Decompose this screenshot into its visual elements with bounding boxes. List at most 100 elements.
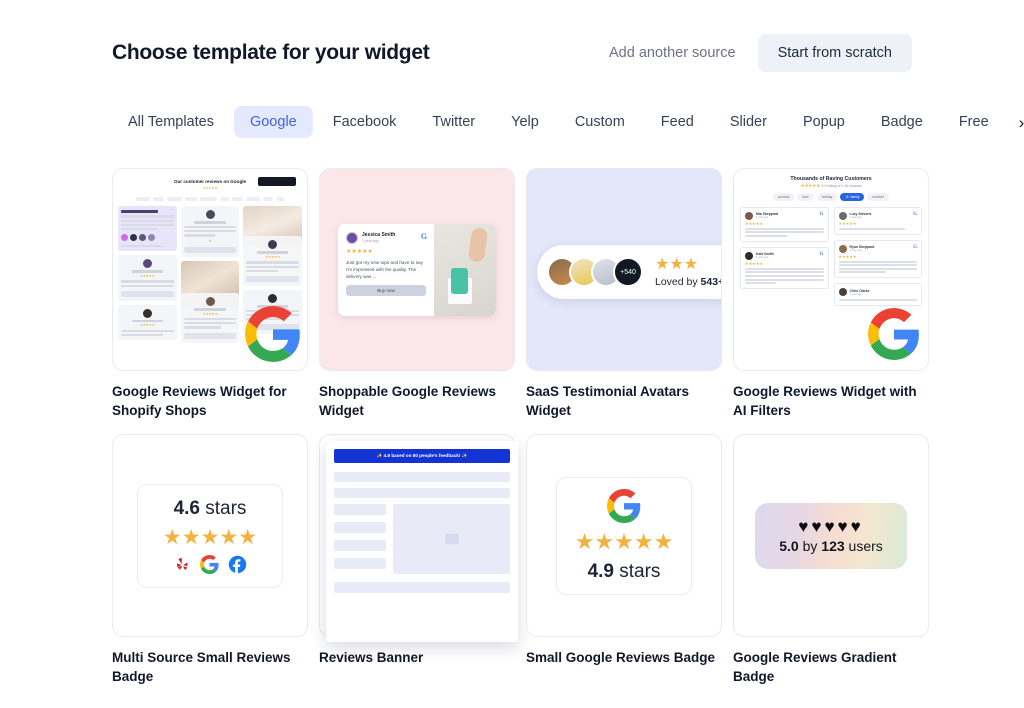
template-label: SaaS Testimonial Avatars Widget [526, 384, 690, 419]
rating-badge: ★★★★★ 4.9 stars [556, 476, 692, 595]
tab-badge[interactable]: Badge [865, 106, 939, 138]
chevron-right-icon[interactable]: › [1019, 114, 1024, 131]
template-label: Google Reviews Gradient Badge [733, 650, 897, 685]
review-text: Just got my new tops and have to say I'm… [346, 259, 423, 279]
template-label: Small Google Reviews Badge [526, 650, 716, 666]
tab-facebook[interactable]: Facebook [317, 106, 413, 138]
buy-now-button: Buy now [346, 284, 426, 296]
template-label: Reviews Banner [319, 650, 424, 666]
google-logo-icon: G [819, 251, 824, 257]
tab-custom[interactable]: Custom [559, 106, 641, 138]
start-from-scratch-button[interactable]: Start from scratch [757, 34, 912, 72]
filter-pill [200, 197, 217, 202]
filter-pill [263, 197, 273, 202]
masonry-column: ★ ★★★★★ [180, 206, 240, 343]
masonry-column: ★★★★★ ★★★★★ [118, 206, 177, 342]
placeholder-block [334, 540, 386, 552]
avatar-overflow-count: +540 [613, 257, 643, 287]
template-thumbnail-small-google-badge[interactable]: ★★★★★ 4.9 stars [526, 434, 722, 638]
rating-number: 5.0 [779, 537, 799, 554]
review-time: 1 year ago [756, 256, 769, 260]
review-card: Chris Clarke 1 year ago [833, 283, 922, 307]
review-content: Jessica Smith 1 year ago G ★★★★★ Just go… [338, 224, 434, 316]
template-label: Shoppable Google Reviews Widget [319, 384, 497, 419]
star-rating: ★★★★★ [574, 528, 674, 554]
placeholder-column [334, 504, 386, 574]
template-thumbnail-google-reviews-ai-filters[interactable]: Thousands of Raving Customers ★★★★★ 4.9 … [733, 168, 929, 371]
widget-header: Our customer reviews on Google ★★★★★ [118, 175, 302, 193]
template-cell: ♥♥♥♥♥ 5.0 by 123 users Google Reviews Gr… [733, 434, 929, 686]
review-column: Mia Sheppard 1 year ago G ★★★★★ Kate Smi… [740, 206, 829, 307]
image-placeholder [393, 504, 510, 575]
review-column: Lucy Stevens 1 year ago G ★★★★★ Ryan She… [833, 206, 922, 307]
shoppable-review-widget: Jessica Smith 1 year ago G ★★★★★ Just go… [338, 223, 496, 316]
loved-count: 543+ [700, 275, 722, 288]
template-thumbnail-multi-source-small-badge[interactable]: 4.6 stars ★★★★★ [112, 434, 308, 638]
source-logos [174, 554, 247, 574]
tab-slider[interactable]: Slider [714, 106, 783, 138]
filter-pill [246, 197, 260, 202]
placeholder-block [334, 558, 386, 570]
widget-title: Thousands of Raving Customers [790, 176, 872, 182]
template-thumbnail-shoppable-google-reviews[interactable]: Jessica Smith 1 year ago G ★★★★★ Just go… [319, 168, 515, 371]
review-card: Mia Sheppard 1 year ago G ★★★★★ [740, 206, 829, 242]
review-card: ★★★★★ [118, 304, 177, 341]
rating-unit: stars [199, 497, 247, 519]
google-logo-icon: G [420, 231, 427, 241]
user-count: 123 [821, 537, 845, 554]
template-thumbnail-gradient-badge[interactable]: ♥♥♥♥♥ 5.0 by 123 users [733, 434, 929, 638]
avatar-rating-pill: +540 ★★★ Loved by 543+ [537, 245, 722, 299]
google-logo-icon: G [819, 211, 824, 217]
star-rating: ★★★★★ 4.9 rating of 1.2k reviews [800, 183, 862, 188]
star-rating: ★★★★★ [346, 248, 373, 255]
review-time: 1 year ago [849, 249, 862, 253]
template-thumbnail-saas-testimonial-avatars[interactable]: +540 ★★★ Loved by 543+ [526, 168, 722, 371]
review-time: 1 year ago [849, 292, 862, 296]
template-cell: +540 ★★★ Loved by 543+ SaaS Testimonial … [526, 168, 722, 420]
tab-yelp[interactable]: Yelp [495, 106, 555, 138]
template-label: Multi Source Small Reviews Badge [112, 650, 291, 685]
star-rating: ★★★ [655, 255, 699, 273]
ai-filter-pills: product new holiday ✨ family number [740, 192, 922, 201]
google-logo-icon [868, 308, 919, 360]
tab-google[interactable]: Google [233, 106, 313, 138]
filter-pill-number: number [867, 192, 889, 201]
tab-twitter[interactable]: Twitter [416, 106, 491, 138]
filter-pill-row [118, 197, 302, 202]
tab-all-templates[interactable]: All Templates [112, 106, 230, 138]
google-logo-icon: G [913, 244, 917, 250]
page-header: Choose template for your widget Add anot… [112, 0, 912, 72]
placeholder-block [334, 504, 386, 516]
template-cell: ✨ 4.9 based on 80 people's feedback! ✨ R… [319, 434, 518, 686]
star-rating: ★★★★★ [745, 220, 763, 226]
rating-suffix: users [844, 537, 883, 554]
template-thumbnail-reviews-banner[interactable]: ✨ 4.9 based on 80 people's feedback! ✨ [319, 434, 518, 643]
product-photo [434, 223, 496, 316]
loved-by-text: Loved by 543+ [655, 275, 722, 288]
add-another-source-link[interactable]: Add another source [609, 45, 736, 61]
template-cell: Thousands of Raving Customers ★★★★★ 4.9 … [733, 168, 929, 420]
template-category-tabs: All Templates Google Facebook Twitter Ye… [112, 106, 1024, 138]
tab-popup[interactable]: Popup [787, 106, 861, 138]
reviews-banner: ✨ 4.9 based on 80 people's feedback! ✨ [334, 449, 510, 464]
rating-badge: 4.6 stars ★★★★★ [137, 483, 283, 588]
template-cell: ★★★★★ 4.9 stars Small Google Reviews Bad… [526, 434, 722, 686]
review-card [118, 206, 177, 252]
rating-number: 4.9 [587, 560, 614, 582]
filter-pill [276, 197, 284, 202]
widget-subtitle: ★★★★★ [118, 186, 302, 190]
template-thumbnail-google-reviews-shopify[interactable]: Our customer reviews on Google ★★★★★ ★★★… [112, 168, 308, 371]
filter-pill-family: ✨ family [840, 192, 865, 201]
tab-feed[interactable]: Feed [645, 106, 710, 138]
review-card: ★★★★★ [243, 236, 303, 286]
rating-text: 5.0 by 123 users [779, 538, 883, 554]
facebook-logo-icon [228, 555, 246, 574]
heart-rating-icons: ♥♥♥♥♥ [798, 516, 864, 536]
page-mockup: ✨ 4.9 based on 80 people's feedback! ✨ [326, 441, 518, 643]
review-card: Lucy Stevens 1 year ago G ★★★★★ [833, 206, 922, 235]
tab-free[interactable]: Free [943, 106, 1005, 138]
yelp-logo-icon [176, 557, 188, 570]
filter-pill [220, 197, 229, 202]
review-time: 1 year ago [849, 216, 862, 220]
template-cell: Jessica Smith 1 year ago G ★★★★★ Just go… [319, 168, 515, 420]
